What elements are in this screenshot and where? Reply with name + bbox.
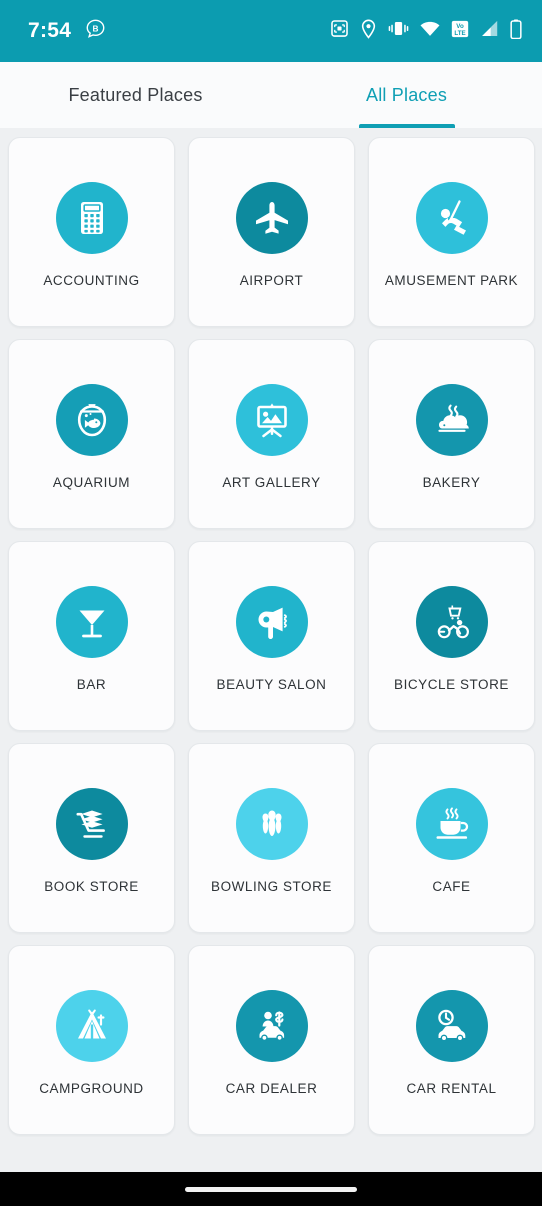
place-card-label: AQUARIUM: [52, 475, 131, 490]
places-grid: ACCOUNTING AIRPORT AMUSEMENT PARK AQUARIUM A…: [0, 128, 542, 1135]
status-bar-right: Vo LTE: [330, 19, 522, 44]
vibrate-icon: [388, 20, 409, 42]
coffee-cup-icon: [415, 788, 488, 860]
bowling-pins-icon: [235, 788, 308, 860]
hairdryer-icon: [235, 586, 308, 658]
place-card-label: ACCOUNTING: [43, 273, 140, 288]
place-card[interactable]: CAR DEALER: [188, 945, 355, 1135]
place-card[interactable]: ACCOUNTING: [8, 137, 175, 327]
place-card-label: BEAUTY SALON: [216, 677, 327, 692]
place-card-label: ART GALLERY: [222, 475, 321, 490]
home-indicator[interactable]: [185, 1186, 357, 1192]
place-card[interactable]: AMUSEMENT PARK: [368, 137, 535, 327]
bubble-b-icon: B: [85, 18, 106, 44]
martini-glass-icon: [55, 586, 128, 658]
tab-all-places-label: All Places: [365, 84, 448, 105]
place-card-label: CAR RENTAL: [406, 1081, 497, 1096]
cyclist-cart-icon: [415, 586, 488, 658]
car-clock-icon: [415, 990, 488, 1062]
place-card[interactable]: CAFE: [368, 743, 535, 933]
system-navigation-bar: [0, 1172, 542, 1206]
place-card-label: BICYCLE STORE: [394, 677, 509, 692]
fishbowl-icon: [55, 384, 128, 456]
swing-ride-icon: [415, 182, 488, 254]
tent-icon: [55, 990, 128, 1062]
place-card[interactable]: CAMPGROUND: [8, 945, 175, 1135]
place-card-label: BOOK STORE: [44, 879, 139, 894]
screen-record-icon: [330, 19, 349, 43]
easel-picture-icon: [235, 384, 308, 456]
calculator-icon: [55, 182, 128, 254]
battery-icon: [510, 19, 522, 44]
wifi-icon: [420, 21, 440, 42]
place-card-label: AIRPORT: [239, 273, 304, 288]
place-card[interactable]: AIRPORT: [188, 137, 355, 327]
place-card[interactable]: BICYCLE STORE: [368, 541, 535, 731]
books-cart-icon: [55, 788, 128, 860]
status-bar-clock: 7:54: [28, 19, 72, 42]
places-scroll-area[interactable]: ACCOUNTING AIRPORT AMUSEMENT PARK AQUARIUM A…: [0, 128, 542, 1172]
tab-featured-places-label: Featured Places: [68, 84, 203, 105]
airplane-icon: [235, 182, 308, 254]
place-card[interactable]: BOOK STORE: [8, 743, 175, 933]
place-card-label: CAR DEALER: [225, 1081, 318, 1096]
svg-text:LTE: LTE: [454, 30, 465, 37]
place-card[interactable]: BEAUTY SALON: [188, 541, 355, 731]
location-pin-icon: [360, 19, 377, 44]
svg-text:B: B: [93, 23, 99, 33]
place-card[interactable]: BAR: [8, 541, 175, 731]
app-root: 7:54 B Vo LTE Featured Places All Places…: [0, 0, 542, 1206]
status-bar-left: 7:54 B: [28, 18, 106, 44]
place-card[interactable]: BOWLING STORE: [188, 743, 355, 933]
bread-loaf-icon: [415, 384, 488, 456]
volte-icon: Vo LTE: [451, 20, 469, 43]
tab-all-places[interactable]: All Places: [271, 62, 542, 128]
place-card-label: CAMPGROUND: [39, 1081, 144, 1096]
place-card[interactable]: ART GALLERY: [188, 339, 355, 529]
status-bar: 7:54 B Vo LTE: [0, 0, 542, 62]
svg-text:Vo: Vo: [456, 23, 464, 30]
place-card[interactable]: BAKERY: [368, 339, 535, 529]
place-card-label: BAKERY: [422, 475, 481, 490]
signal-bars-icon: [480, 20, 499, 42]
place-card[interactable]: AQUARIUM: [8, 339, 175, 529]
place-card[interactable]: CAR RENTAL: [368, 945, 535, 1135]
tab-bar: Featured Places All Places: [0, 62, 542, 128]
place-card-label: CAFE: [432, 879, 471, 894]
place-card-label: BOWLING STORE: [211, 879, 332, 894]
tab-featured-places[interactable]: Featured Places: [0, 62, 271, 128]
car-salesman-icon: [235, 990, 308, 1062]
place-card-label: AMUSEMENT PARK: [384, 273, 519, 288]
place-card-label: BAR: [76, 677, 107, 692]
